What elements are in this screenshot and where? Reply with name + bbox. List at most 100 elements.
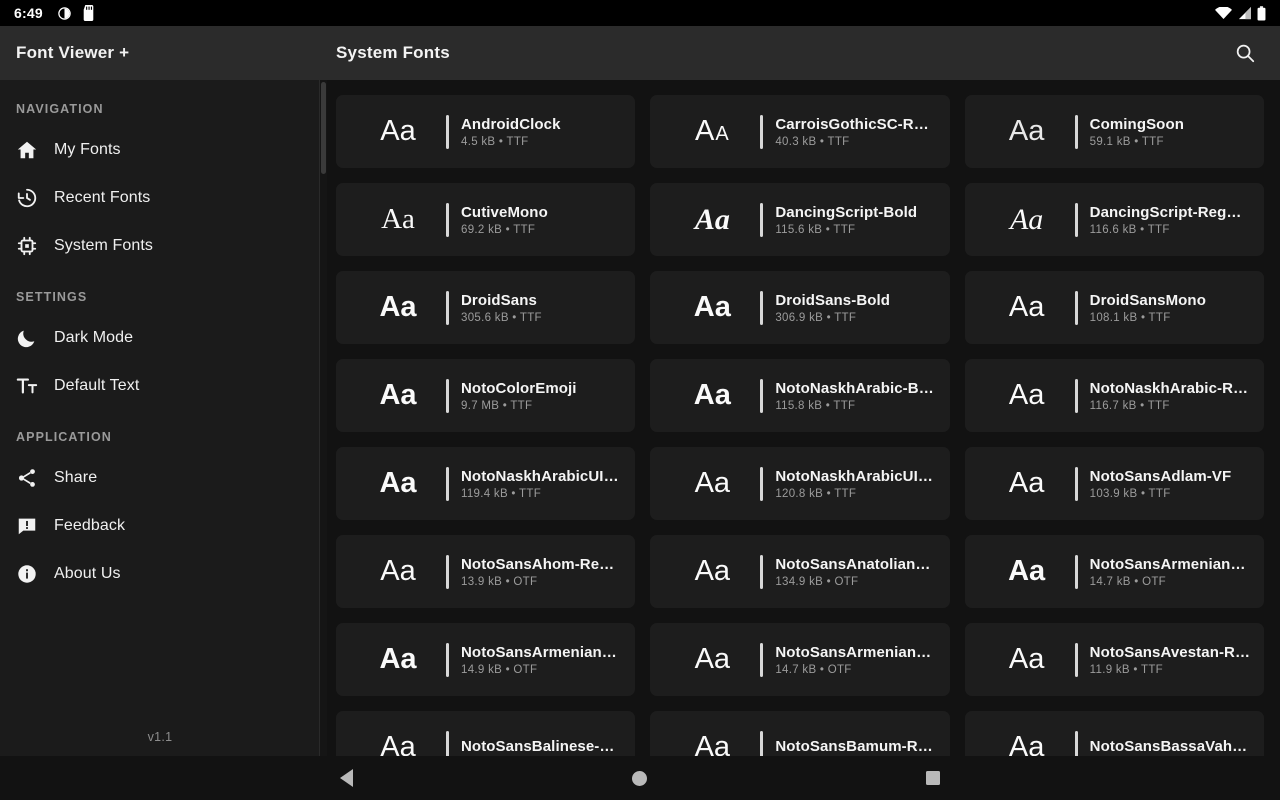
font-preview: Aa	[1008, 643, 1045, 675]
sidebar-item-system-fonts[interactable]: System Fonts	[0, 222, 320, 270]
sidebar-item-default-text[interactable]: Default Text	[0, 362, 320, 410]
font-size-format: 69.2 kB • TTF	[461, 223, 536, 236]
font-name: DancingScript-Bold	[775, 203, 918, 221]
font-meta: DroidSans 305.6 kB • TTF	[461, 292, 621, 324]
font-meta: NotoSansBalinese-Re…	[461, 738, 621, 757]
font-preview: Aa	[1008, 731, 1045, 757]
card-accent-bar	[446, 202, 449, 237]
card-accent-bar	[1074, 554, 1078, 589]
home-button[interactable]	[610, 756, 670, 800]
card-accent-bar	[760, 554, 764, 589]
font-card[interactable]: Aa CarroisGothicSC-Regul… 40.3 kB • TTF	[650, 95, 950, 168]
font-name: NotoSansAnatolianHi…	[775, 555, 936, 573]
status-clock: 6:49	[14, 5, 43, 21]
font-card[interactable]: Aa NotoColorEmoji 9.7 MB • TTF	[336, 359, 636, 432]
font-preview: Aa	[1008, 379, 1045, 411]
sidebar-item-my-fonts[interactable]: My Fonts	[0, 126, 320, 174]
font-card[interactable]: Aa NotoSansBassaVah-R…	[964, 711, 1264, 757]
font-card[interactable]: Aa NotoNaskhArabicUI-R… 120.8 kB • TTF	[650, 447, 950, 520]
card-accent-bar	[446, 730, 449, 756]
card-accent-bar	[760, 290, 764, 325]
font-size-format: 14.9 kB • OTF	[461, 663, 538, 676]
font-name: CarroisGothicSC-Regul…	[775, 115, 935, 133]
sidebar-item-recent-fonts[interactable]: Recent Fonts	[0, 174, 320, 222]
brightness-icon	[58, 6, 71, 20]
info-icon	[16, 563, 54, 585]
font-name: NotoSansAdlam-VF	[1089, 467, 1232, 485]
font-preview: Aa	[379, 291, 417, 323]
font-card[interactable]: Aa NotoNaskhArabic-Bold 115.8 kB • TTF	[650, 359, 950, 432]
font-card[interactable]: Aa CutiveMono 69.2 kB • TTF	[336, 183, 636, 256]
font-name: CutiveMono	[461, 203, 548, 221]
font-name: DroidSans-Bold	[775, 291, 891, 309]
font-card[interactable]: Aa NotoSansAvestan-Re… 11.9 kB • TTF	[964, 623, 1264, 696]
sidebar-item-label: Feedback	[54, 517, 126, 534]
font-meta: NotoSansArmenian-B… 14.7 kB • OTF	[1090, 556, 1250, 588]
font-card[interactable]: Aa NotoNaskhArabicUI-B… 119.4 kB • TTF	[336, 447, 636, 520]
back-button[interactable]	[317, 756, 377, 800]
card-accent-bar	[446, 114, 449, 149]
card-accent-bar	[760, 642, 764, 677]
font-name: ComingSoon	[1089, 115, 1184, 133]
font-name: NotoSansBamum-Reg…	[775, 737, 936, 755]
font-card[interactable]: Aa NotoSansArmenian-M… 14.9 kB • OTF	[336, 623, 636, 696]
wifi-icon	[1215, 6, 1232, 19]
font-meta: DancingScript-Bold 115.6 kB • TTF	[775, 204, 935, 236]
recents-button[interactable]	[903, 756, 963, 800]
font-size-format: 40.3 kB • TTF	[775, 135, 850, 148]
font-size-format: 115.8 kB • TTF	[775, 399, 856, 412]
font-card[interactable]: Aa DroidSansMono 108.1 kB • TTF	[964, 271, 1264, 344]
font-meta: NotoSansBassaVah-R…	[1090, 738, 1250, 757]
font-card[interactable]: Aa DancingScript-Regular 116.6 kB • TTF	[964, 183, 1264, 256]
sidebar-item-feedback[interactable]: Feedback	[0, 502, 320, 550]
font-grid-scroll-area[interactable]: Aa AndroidClock 4.5 kB • TTF Aa CarroisGothi…	[320, 80, 1280, 756]
vertical-scrollbar[interactable]	[320, 80, 327, 756]
font-name: NotoNaskhArabic-Bold	[775, 379, 936, 397]
sidebar-section-application: APPLICATION	[16, 430, 112, 444]
font-name: NotoNaskhArabicUI-B…	[461, 467, 622, 485]
sidebar-item-share[interactable]: Share	[0, 454, 320, 502]
sidebar-item-label: Recent Fonts	[54, 189, 151, 206]
card-accent-bar	[446, 642, 449, 677]
font-card[interactable]: Aa NotoSansAdlam-VF 103.9 kB • TTF	[964, 447, 1264, 520]
font-preview: Aa	[379, 467, 417, 499]
font-card[interactable]: Aa NotoNaskhArabic-Reg… 116.7 kB • TTF	[964, 359, 1264, 432]
font-card[interactable]: Aa NotoSansBamum-Reg…	[650, 711, 950, 757]
scrollbar-thumb[interactable]	[321, 82, 326, 174]
font-grid: Aa AndroidClock 4.5 kB • TTF Aa CarroisGothi…	[320, 80, 1280, 756]
font-card[interactable]: Aa DancingScript-Bold 115.6 kB • TTF	[650, 183, 950, 256]
font-meta: NotoSansBamum-Reg…	[775, 738, 935, 757]
sidebar-item-label: Default Text	[54, 377, 140, 394]
battery-icon	[1257, 5, 1266, 21]
main-content: System Fonts Aa AndroidClock 4.5 kB • TTF A…	[320, 26, 1280, 756]
status-right-icons	[1215, 5, 1270, 21]
font-preview: Aa	[379, 643, 417, 675]
font-card[interactable]: Aa AndroidClock 4.5 kB • TTF	[336, 95, 636, 168]
font-size-format: 103.9 kB • TTF	[1089, 487, 1171, 500]
home-icon	[16, 139, 54, 161]
search-button[interactable]	[1228, 36, 1262, 70]
font-name: NotoSansArmenian-R…	[775, 643, 936, 661]
font-meta: NotoNaskhArabic-Reg… 116.7 kB • TTF	[1090, 380, 1250, 412]
font-meta: ComingSoon 59.1 kB • TTF	[1090, 116, 1250, 148]
sidebar-item-dark-mode[interactable]: Dark Mode	[0, 314, 320, 362]
font-card[interactable]: Aa ComingSoon 59.1 kB • TTF	[964, 95, 1264, 168]
font-card[interactable]: Aa NotoSansAnatolianHi… 134.9 kB • OTF	[650, 535, 950, 608]
font-preview: Aa	[1008, 467, 1045, 499]
card-accent-bar	[760, 114, 764, 149]
font-meta: CarroisGothicSC-Regul… 40.3 kB • TTF	[775, 116, 935, 148]
font-card[interactable]: Aa NotoSansArmenian-R… 14.7 kB • OTF	[650, 623, 950, 696]
sidebar-brand-bar: Font Viewer +	[0, 26, 320, 80]
sidebar-nav: NAVIGATION My Fonts Recent Fonts System …	[0, 80, 320, 730]
font-name: DancingScript-Regular	[1089, 203, 1250, 221]
card-accent-bar	[1074, 378, 1078, 413]
sidebar-item-about-us[interactable]: About Us	[0, 550, 320, 598]
font-card[interactable]: Aa NotoSansAhom-Regul… 13.9 kB • OTF	[336, 535, 636, 608]
font-card[interactable]: Aa DroidSans 305.6 kB • TTF	[336, 271, 636, 344]
font-card[interactable]: Aa DroidSans-Bold 306.9 kB • TTF	[650, 271, 950, 344]
font-name: DroidSansMono	[1089, 291, 1206, 309]
font-card[interactable]: Aa NotoSansArmenian-B… 14.7 kB • OTF	[964, 535, 1264, 608]
font-name: NotoSansBassaVah-R…	[1089, 737, 1250, 755]
card-accent-bar	[1074, 202, 1078, 237]
font-card[interactable]: Aa NotoSansBalinese-Re…	[336, 711, 636, 757]
